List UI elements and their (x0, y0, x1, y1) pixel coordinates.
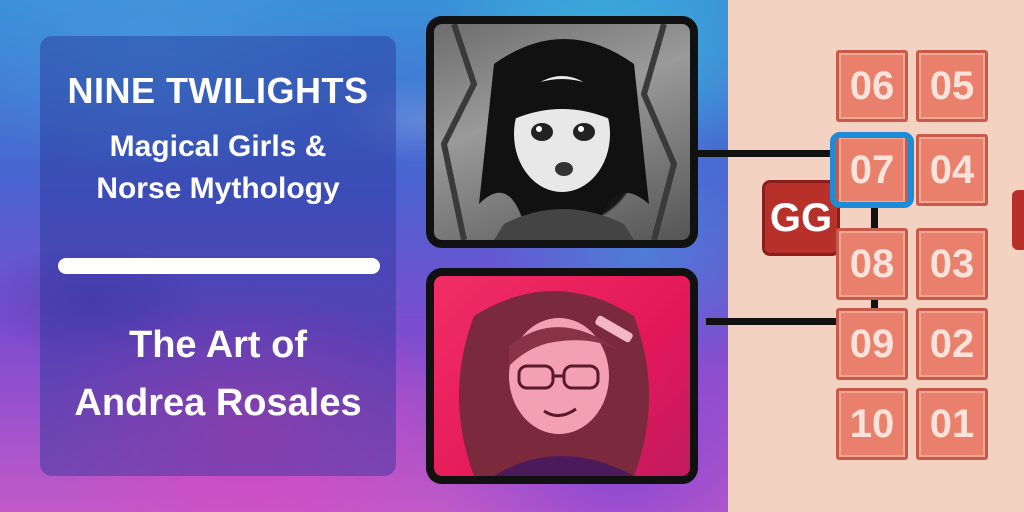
manga-illustration (426, 16, 698, 248)
connector-top (698, 150, 836, 157)
seat-09[interactable]: 09 (836, 308, 908, 380)
seat-05[interactable]: 05 (916, 50, 988, 122)
divider (58, 258, 380, 274)
selected-seat-outline (830, 132, 914, 208)
info-panel: NINE TWILIGHTS Magical Girls & Norse Myt… (40, 36, 396, 476)
gg-badge[interactable]: GG (762, 180, 840, 256)
subtitle-line-1: Magical Girls & (109, 130, 327, 163)
seat-03[interactable]: 03 (916, 228, 988, 300)
seat-grid: 06 05 07 04 08 03 09 02 10 01 (836, 50, 994, 462)
manga-girl-art (440, 24, 678, 240)
artist-portrait (426, 268, 698, 484)
artist-credit: The Art of Andrea Rosales (40, 316, 396, 432)
seat-06[interactable]: 06 (836, 50, 908, 122)
seat-04[interactable]: 04 (916, 134, 988, 206)
subtitle-line-2: Norse Mythology (96, 172, 340, 205)
seat-10[interactable]: 10 (836, 388, 908, 460)
seat-02[interactable]: 02 (916, 308, 988, 380)
edge-tile (1012, 190, 1024, 250)
seat-01[interactable]: 01 (916, 388, 988, 460)
subtitle: Magical Girls & Norse Mythology (40, 126, 396, 210)
page-title: NINE TWILIGHTS (67, 70, 369, 111)
artist-portrait-art (459, 291, 649, 476)
credit-line-1: The Art of (128, 324, 307, 366)
credit-line-2: Andrea Rosales (74, 382, 362, 424)
seat-08[interactable]: 08 (836, 228, 908, 300)
